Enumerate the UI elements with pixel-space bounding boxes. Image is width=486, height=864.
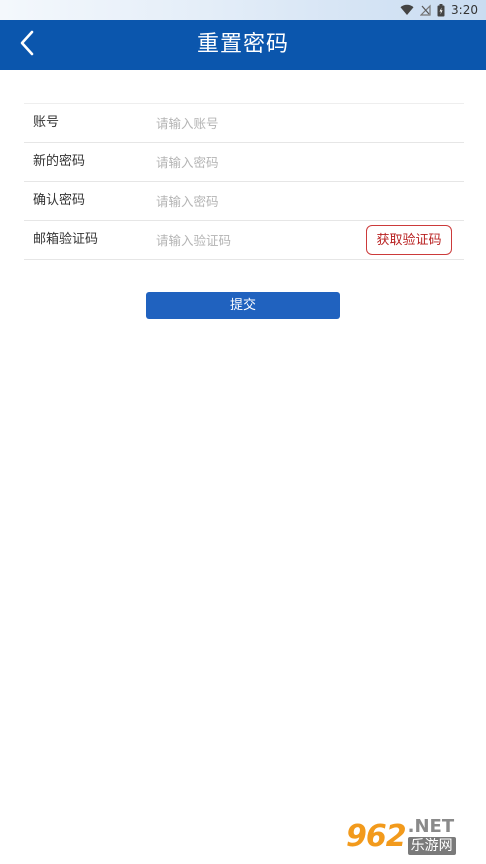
confirm-password-row: 确认密码: [24, 182, 464, 221]
email-code-label: 邮箱验证码: [33, 232, 99, 247]
account-row: 账号: [24, 104, 464, 143]
wifi-icon: [400, 4, 414, 16]
status-icons: 3:20: [400, 2, 478, 18]
battery-charging-icon: [437, 3, 445, 17]
get-code-button[interactable]: 获取验证码: [366, 225, 452, 255]
account-label: 账号: [33, 115, 60, 130]
confirm-password-input[interactable]: [156, 191, 346, 211]
confirm-password-label: 确认密码: [33, 193, 86, 208]
account-input[interactable]: [156, 113, 346, 133]
watermark-logo: 962 .NET 乐游网: [346, 813, 478, 859]
no-signal-icon: [420, 4, 431, 16]
watermark-number: 962: [346, 818, 407, 854]
reset-password-form: 账号 新的密码 确认密码 邮箱验证码 获取验证码: [24, 103, 464, 260]
app-bar: 重置密码: [0, 20, 486, 70]
new-password-row: 新的密码: [24, 143, 464, 182]
status-time: 3:20: [451, 3, 478, 17]
email-code-row: 邮箱验证码 获取验证码: [24, 221, 464, 260]
page-title: 重置密码: [196, 32, 289, 57]
watermark-text: .NET 乐游网: [407, 816, 456, 855]
new-password-label: 新的密码: [33, 154, 86, 169]
submit-button[interactable]: 提交: [146, 292, 340, 319]
email-code-input[interactable]: [156, 230, 346, 250]
new-password-input[interactable]: [156, 152, 346, 172]
status-bar: 3:20: [0, 0, 486, 20]
watermark-site-name: 乐游网: [407, 837, 456, 855]
watermark-domain: .NET: [407, 816, 455, 837]
